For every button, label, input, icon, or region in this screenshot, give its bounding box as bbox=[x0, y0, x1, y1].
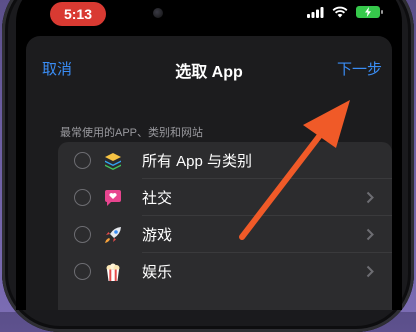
annotation-arrow bbox=[239, 100, 350, 240]
